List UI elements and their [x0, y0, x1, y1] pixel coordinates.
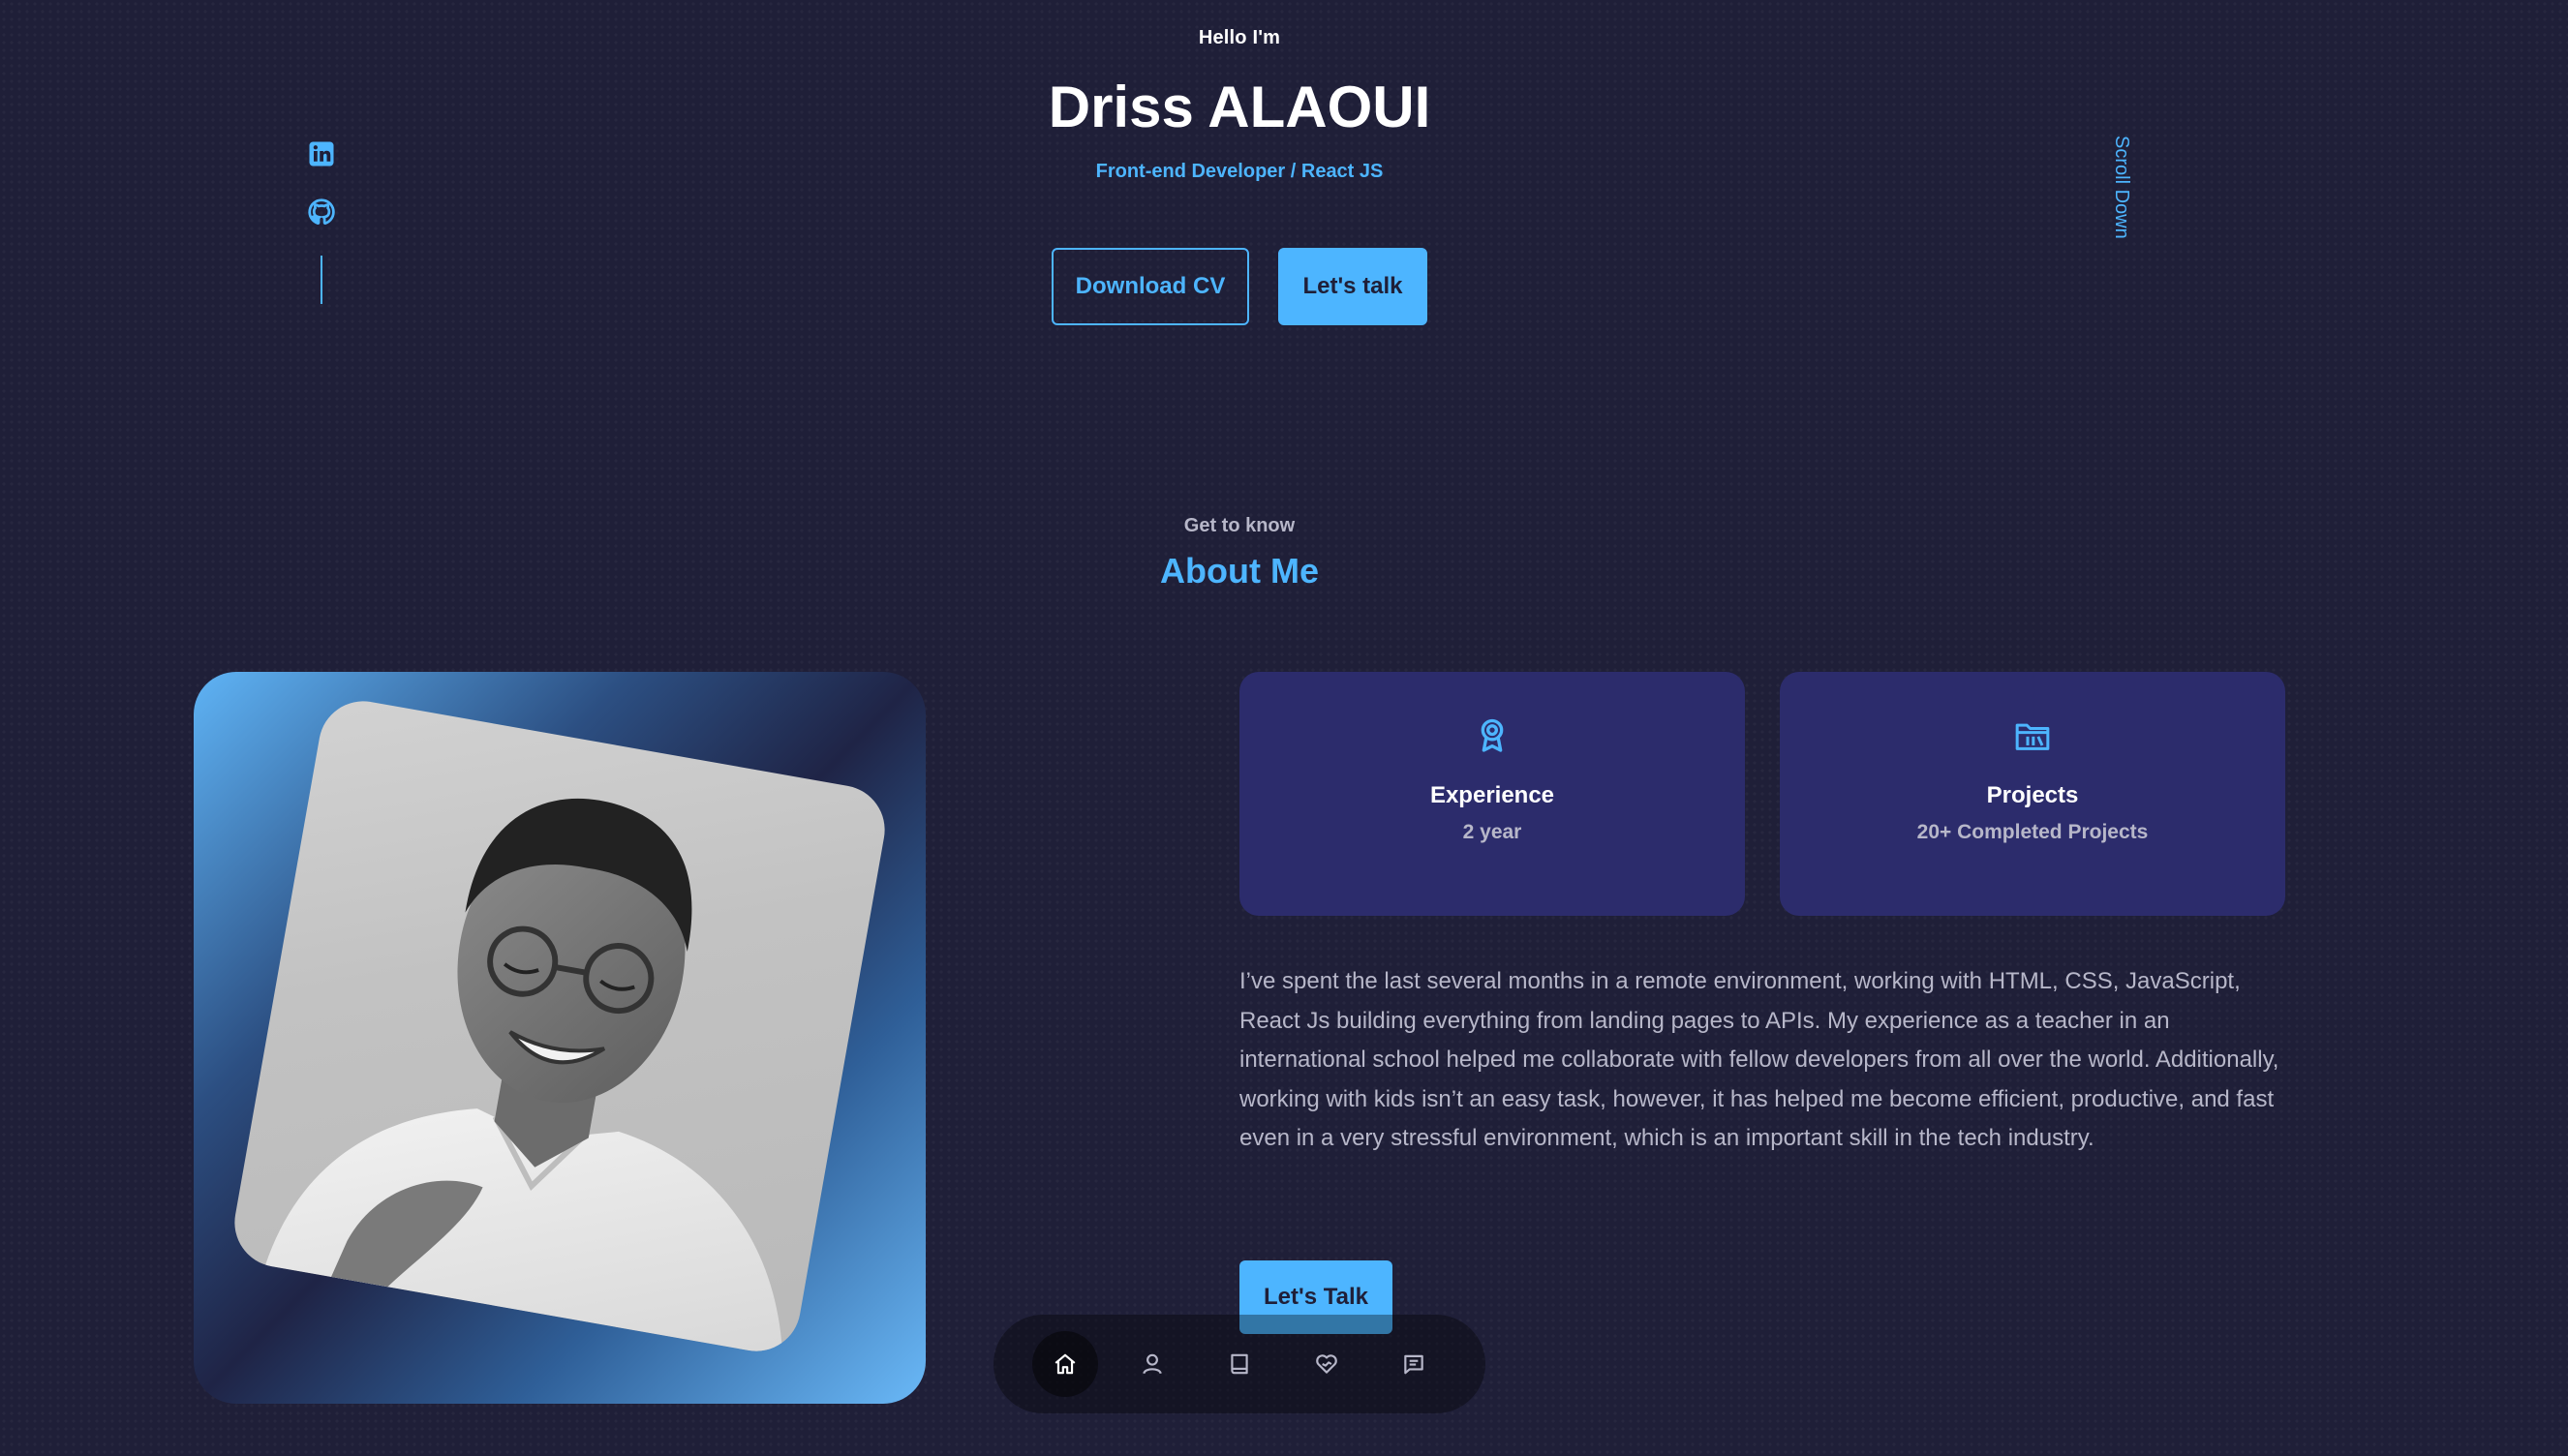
hero-cta-group: Download CV Let's talk	[0, 248, 2479, 325]
user-icon	[1143, 1353, 1162, 1375]
bottom-nav	[994, 1315, 1485, 1413]
portrait-image	[228, 694, 892, 1358]
nav-home[interactable]	[1032, 1331, 1098, 1397]
folder-icon	[2015, 723, 2050, 750]
social-divider-line	[321, 256, 322, 304]
lets-talk-button[interactable]: Let's talk	[1278, 248, 1427, 325]
book-icon	[1231, 1353, 1248, 1375]
message-icon	[1404, 1354, 1423, 1375]
projects-card: Projects 20+ Completed Projects	[1780, 672, 2285, 916]
experience-card: Experience 2 year	[1239, 672, 1745, 916]
about-cards: Experience 2 year Projects 20+ Completed…	[1239, 672, 2285, 916]
nav-services[interactable]	[1294, 1331, 1360, 1397]
portrait-frame	[194, 672, 926, 1404]
experience-value: 2 year	[1462, 821, 1522, 843]
nav-contact[interactable]	[1381, 1331, 1447, 1397]
award-icon	[1481, 718, 1504, 752]
scroll-down-link[interactable]: Scroll Down	[2110, 136, 2132, 239]
about-eyebrow: Get to know	[1183, 515, 1296, 536]
hero-role: Front-end Developer / React JS	[1095, 161, 1384, 182]
linkedin-icon[interactable]	[307, 139, 336, 168]
experience-title: Experience	[1429, 782, 1555, 808]
hero-name: Driss ALAOUI	[1048, 75, 1431, 139]
greeting: Hello I'm	[1198, 27, 1281, 48]
nav-experience[interactable]	[1207, 1331, 1272, 1397]
about-title: About Me	[1160, 551, 1319, 591]
services-icon	[1316, 1354, 1337, 1374]
download-cv-button[interactable]: Download CV	[1052, 248, 1249, 325]
projects-value: 20+ Completed Projects	[1916, 821, 2149, 843]
projects-title: Projects	[1986, 782, 2079, 808]
social-links	[306, 139, 337, 304]
github-icon[interactable]	[307, 197, 336, 227]
about-description: I’ve spent the last several months in a …	[1239, 968, 2279, 1151]
nav-about[interactable]	[1119, 1331, 1185, 1397]
home-icon	[1055, 1353, 1076, 1375]
